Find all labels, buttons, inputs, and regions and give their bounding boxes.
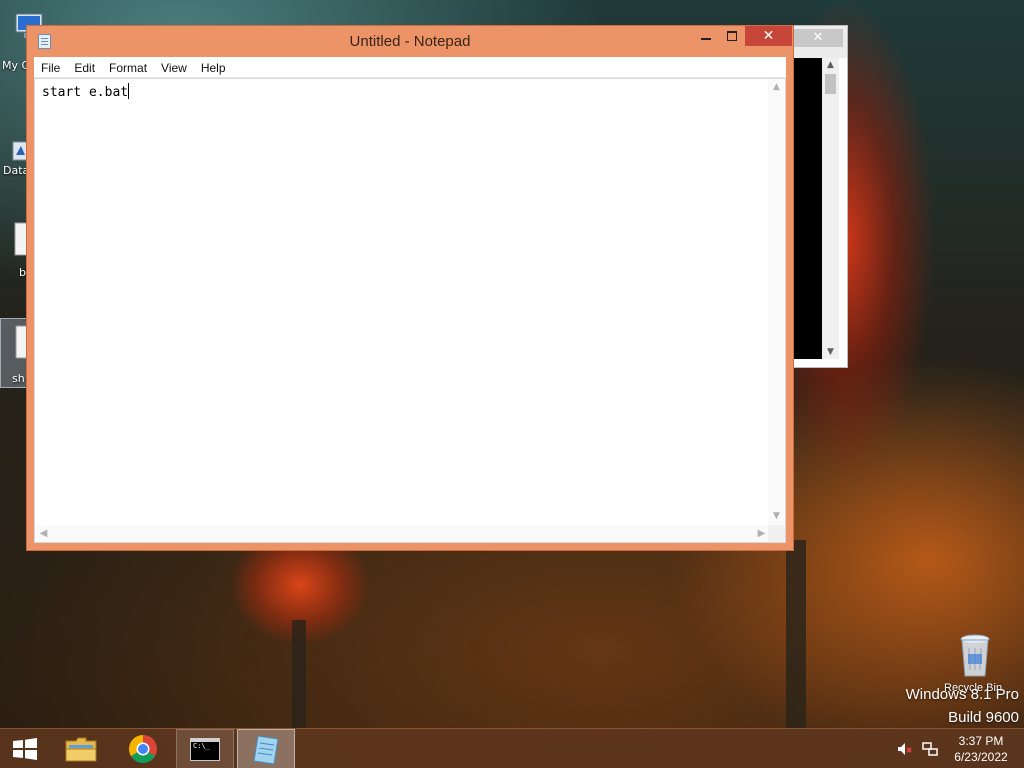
clock-date: 6/23/2022 (954, 750, 1008, 764)
menu-help[interactable]: Help (194, 58, 233, 79)
menu-view[interactable]: View (154, 58, 194, 79)
windows-logo-icon (13, 738, 37, 760)
taskbar-chrome[interactable] (118, 729, 168, 768)
clock[interactable]: 3:37 PM 6/23/2022 (948, 733, 1014, 765)
start-button[interactable] (0, 729, 48, 768)
close-button[interactable]: ✕ (745, 26, 792, 46)
vertical-scrollbar[interactable]: ▲ ▼ (768, 79, 785, 525)
os-watermark: Windows 8.1 Pro Build 9600 (906, 683, 1019, 729)
scrollbar-thumb[interactable] (825, 74, 836, 94)
taskbar-command-prompt[interactable]: C:\_ (176, 729, 234, 768)
recycle-bin-icon (960, 634, 990, 677)
editor-content[interactable]: start e.bat (42, 83, 130, 102)
scroll-up-icon[interactable]: ▲ (822, 58, 839, 72)
wallpaper-stem (786, 540, 806, 730)
clock-time: 3:37 PM (958, 734, 1004, 748)
cmd-titlebar[interactable]: ✕ (791, 26, 847, 58)
watermark-edition: Windows 8.1 Pro (905, 686, 1019, 703)
scroll-down-icon[interactable]: ▼ (768, 508, 785, 525)
chrome-icon (129, 735, 157, 763)
notepad-icon (253, 735, 279, 765)
taskbar-file-explorer[interactable] (56, 729, 106, 768)
notepad-window[interactable]: Untitled - Notepad ✕ File Edit Format View H… (26, 25, 794, 551)
scroll-left-icon[interactable]: ◀ (35, 525, 52, 542)
cmd-vertical-scrollbar[interactable]: ▲ ▼ (822, 58, 839, 359)
window-title: Untitled - Notepad (349, 33, 471, 50)
cmd-icon: C:\_ (190, 738, 220, 761)
text-caret (128, 83, 130, 99)
minimize-button[interactable] (693, 26, 719, 46)
notepad-titlebar[interactable]: Untitled - Notepad ✕ (27, 26, 793, 57)
folder-icon (65, 737, 97, 762)
watermark-build: Build 9600 (948, 709, 1019, 726)
volume-muted-icon[interactable] (896, 740, 914, 758)
menu-format[interactable]: Format (102, 58, 154, 79)
close-icon[interactable]: ✕ (793, 29, 843, 47)
taskbar: C:\_ 3:37 PM 6/23/2022 (0, 728, 1024, 768)
taskbar-notepad[interactable] (237, 729, 295, 768)
cmd-console-area[interactable] (794, 58, 822, 359)
text-editor-area[interactable]: start e.bat ▲ ▼ ◀ ▶ (34, 78, 786, 543)
scroll-up-icon[interactable]: ▲ (768, 79, 785, 96)
background-cmd-window[interactable]: ✕ ▲ ▼ (790, 25, 848, 368)
menu-file[interactable]: File (34, 58, 67, 79)
wallpaper-stem (292, 620, 306, 730)
menu-bar: File Edit Format View Help (34, 57, 786, 78)
network-icon[interactable] (921, 740, 939, 758)
desktop-icon-label: My C (2, 59, 29, 72)
horizontal-scrollbar[interactable]: ◀ ▶ (35, 525, 770, 542)
size-grip[interactable] (768, 525, 785, 542)
editor-text: start e.bat (42, 85, 129, 100)
cmd-icon-text: C:\_ (193, 742, 210, 750)
scroll-down-icon[interactable]: ▼ (822, 345, 839, 359)
menu-edit[interactable]: Edit (67, 58, 102, 79)
maximize-button[interactable] (719, 26, 745, 46)
